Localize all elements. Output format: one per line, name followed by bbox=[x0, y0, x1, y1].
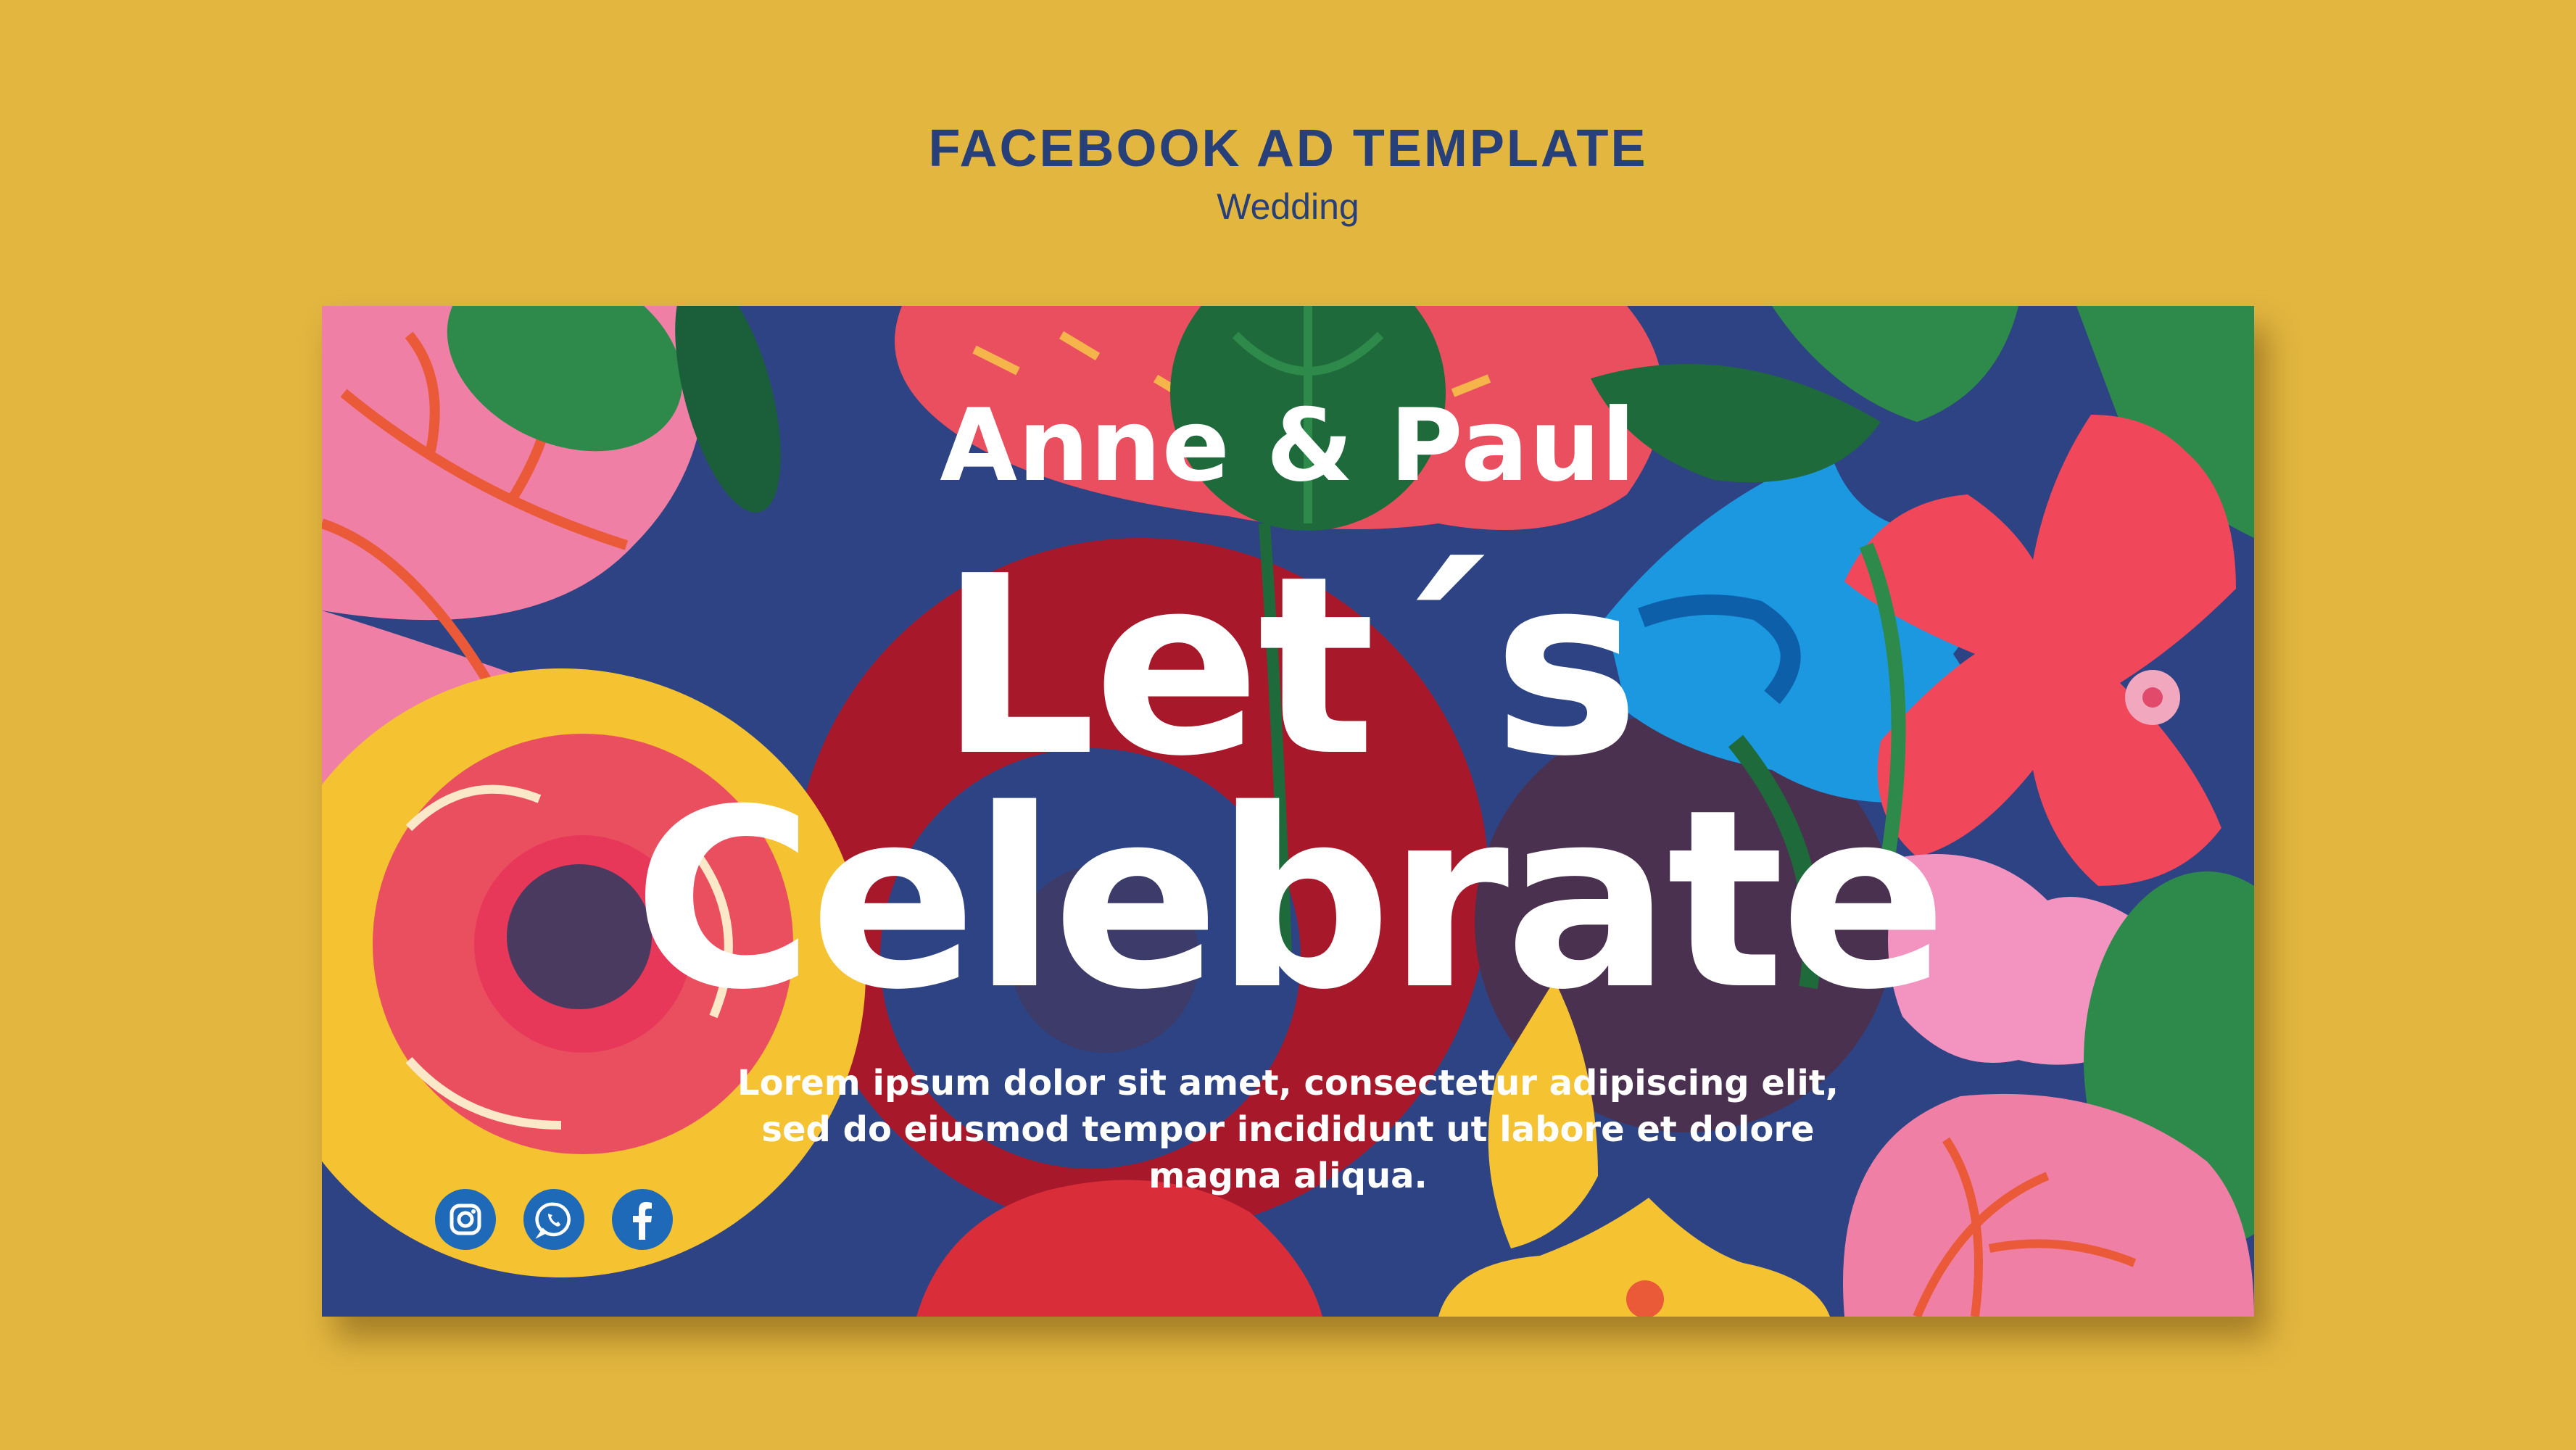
page-header: FACEBOOK AD TEMPLATE Wedding bbox=[0, 116, 2576, 232]
social-icons bbox=[435, 1189, 673, 1250]
template-subtitle: Wedding bbox=[1217, 186, 1359, 227]
body-copy: Lorem ipsum dolor sit amet, consectetur … bbox=[737, 1063, 1839, 1196]
couple-names: Anne & Paul bbox=[940, 387, 1636, 504]
headline-line-2: Celebrate bbox=[633, 757, 1947, 1044]
wedding-ad-banner: Anne & Paul Let´s Celebrate Lorem ipsum … bbox=[322, 306, 2254, 1317]
template-title: FACEBOOK AD TEMPLATE bbox=[928, 120, 1648, 178]
instagram-icon[interactable] bbox=[435, 1189, 496, 1250]
whatsapp-icon[interactable] bbox=[523, 1189, 584, 1250]
facebook-icon[interactable] bbox=[612, 1189, 673, 1250]
